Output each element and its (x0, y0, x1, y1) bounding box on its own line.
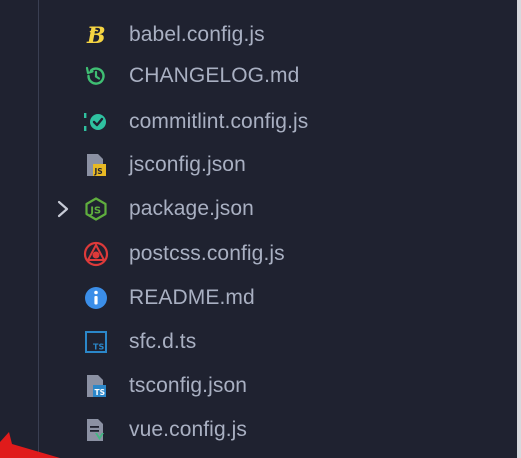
file-item-vue-config[interactable]: vue.config.js (0, 408, 500, 452)
commitlint-icon (82, 108, 110, 136)
file-item-package-json[interactable]: JS package.json (0, 187, 500, 231)
file-item-changelog[interactable]: CHANGELOG.md (0, 54, 500, 98)
file-item-sfc-d-ts[interactable]: TS sfc.d.ts (0, 320, 500, 364)
svg-text:B: B (86, 23, 106, 47)
panel-edge (517, 0, 521, 458)
file-name: README.md (129, 286, 255, 309)
file-name: sfc.d.ts (129, 330, 197, 353)
file-item-commitlint-config[interactable]: commitlint.config.js (0, 100, 500, 144)
file-name: commitlint.config.js (129, 110, 309, 133)
svg-text:JS: JS (94, 167, 103, 176)
changelog-icon (82, 62, 110, 90)
file-name: postcss.config.js (129, 242, 285, 265)
file-name: vue.config.js (129, 418, 248, 441)
file-item-tsconfig[interactable]: TS tsconfig.json (0, 364, 500, 408)
svg-text:TS: TS (95, 388, 106, 397)
svg-text:JS: JS (89, 206, 101, 217)
tsconfig-icon: TS (82, 372, 110, 400)
postcss-icon (82, 240, 110, 268)
file-name: tsconfig.json (129, 374, 248, 397)
file-item-jsconfig[interactable]: JS jsconfig.json (0, 143, 500, 187)
file-item-babel-config[interactable]: B babel.config.js (0, 13, 500, 57)
file-name: package.json (129, 197, 254, 220)
file-item-readme[interactable]: README.md (0, 276, 500, 320)
chevron-right-icon[interactable] (54, 199, 72, 219)
file-name: jsconfig.json (129, 153, 246, 176)
info-icon (82, 284, 110, 312)
babel-icon: B (82, 21, 110, 49)
svg-text:TS: TS (93, 343, 104, 352)
jsconfig-icon: JS (82, 151, 110, 179)
file-explorer-panel: B babel.config.js CHANGELOG.md commitlin… (0, 0, 521, 458)
file-item-postcss-config[interactable]: postcss.config.js (0, 232, 500, 276)
nodejs-icon: JS (82, 195, 110, 223)
file-name: CHANGELOG.md (129, 64, 300, 87)
annotation-arrow-mark (0, 432, 60, 458)
file-name: babel.config.js (129, 23, 265, 46)
typescript-icon: TS (82, 328, 110, 356)
vue-config-icon (82, 416, 110, 444)
